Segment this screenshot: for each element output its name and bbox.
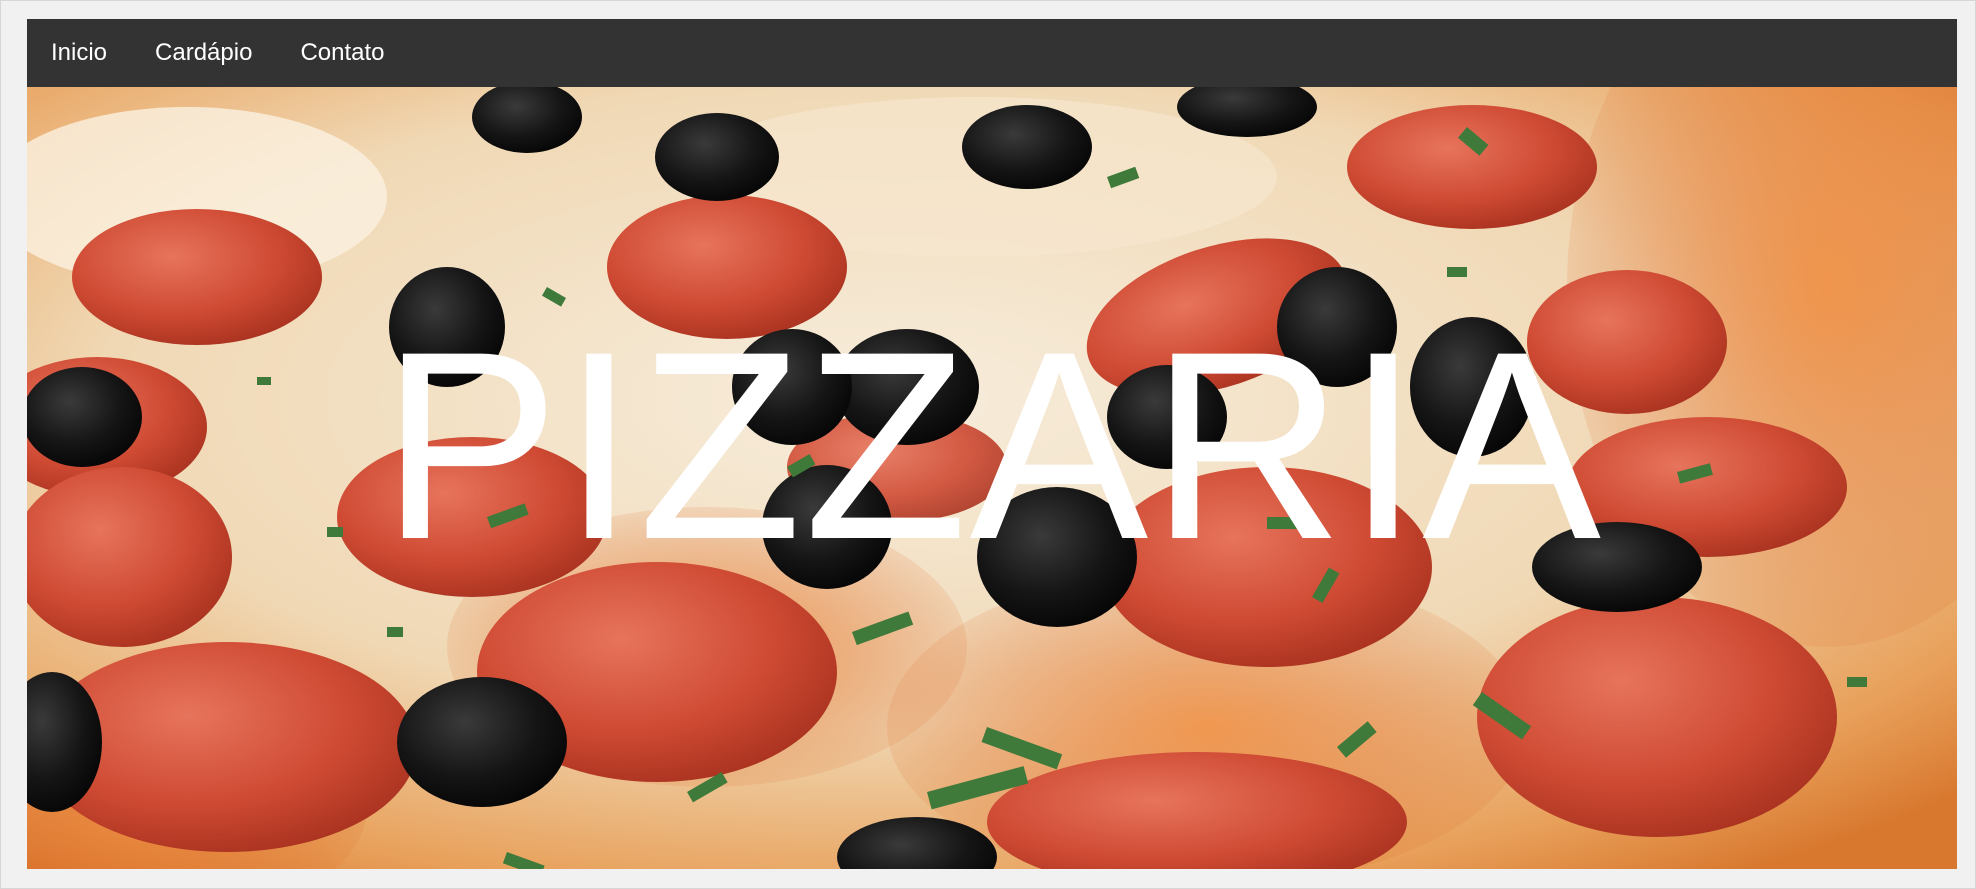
page-container: Inicio Cardápio Contato PIZZARIA — [27, 19, 1957, 869]
browser-viewport: Inicio Cardápio Contato PIZZARIA — [0, 0, 1976, 889]
nav-link-cardapio[interactable]: Cardápio — [131, 19, 276, 87]
nav-link-contato[interactable]: Contato — [276, 19, 408, 87]
nav-link-inicio[interactable]: Inicio — [27, 19, 131, 87]
hero-banner: PIZZARIA — [27, 87, 1957, 869]
hero-title: PIZZARIA — [380, 295, 1604, 595]
top-navbar: Inicio Cardápio Contato — [27, 19, 1957, 87]
